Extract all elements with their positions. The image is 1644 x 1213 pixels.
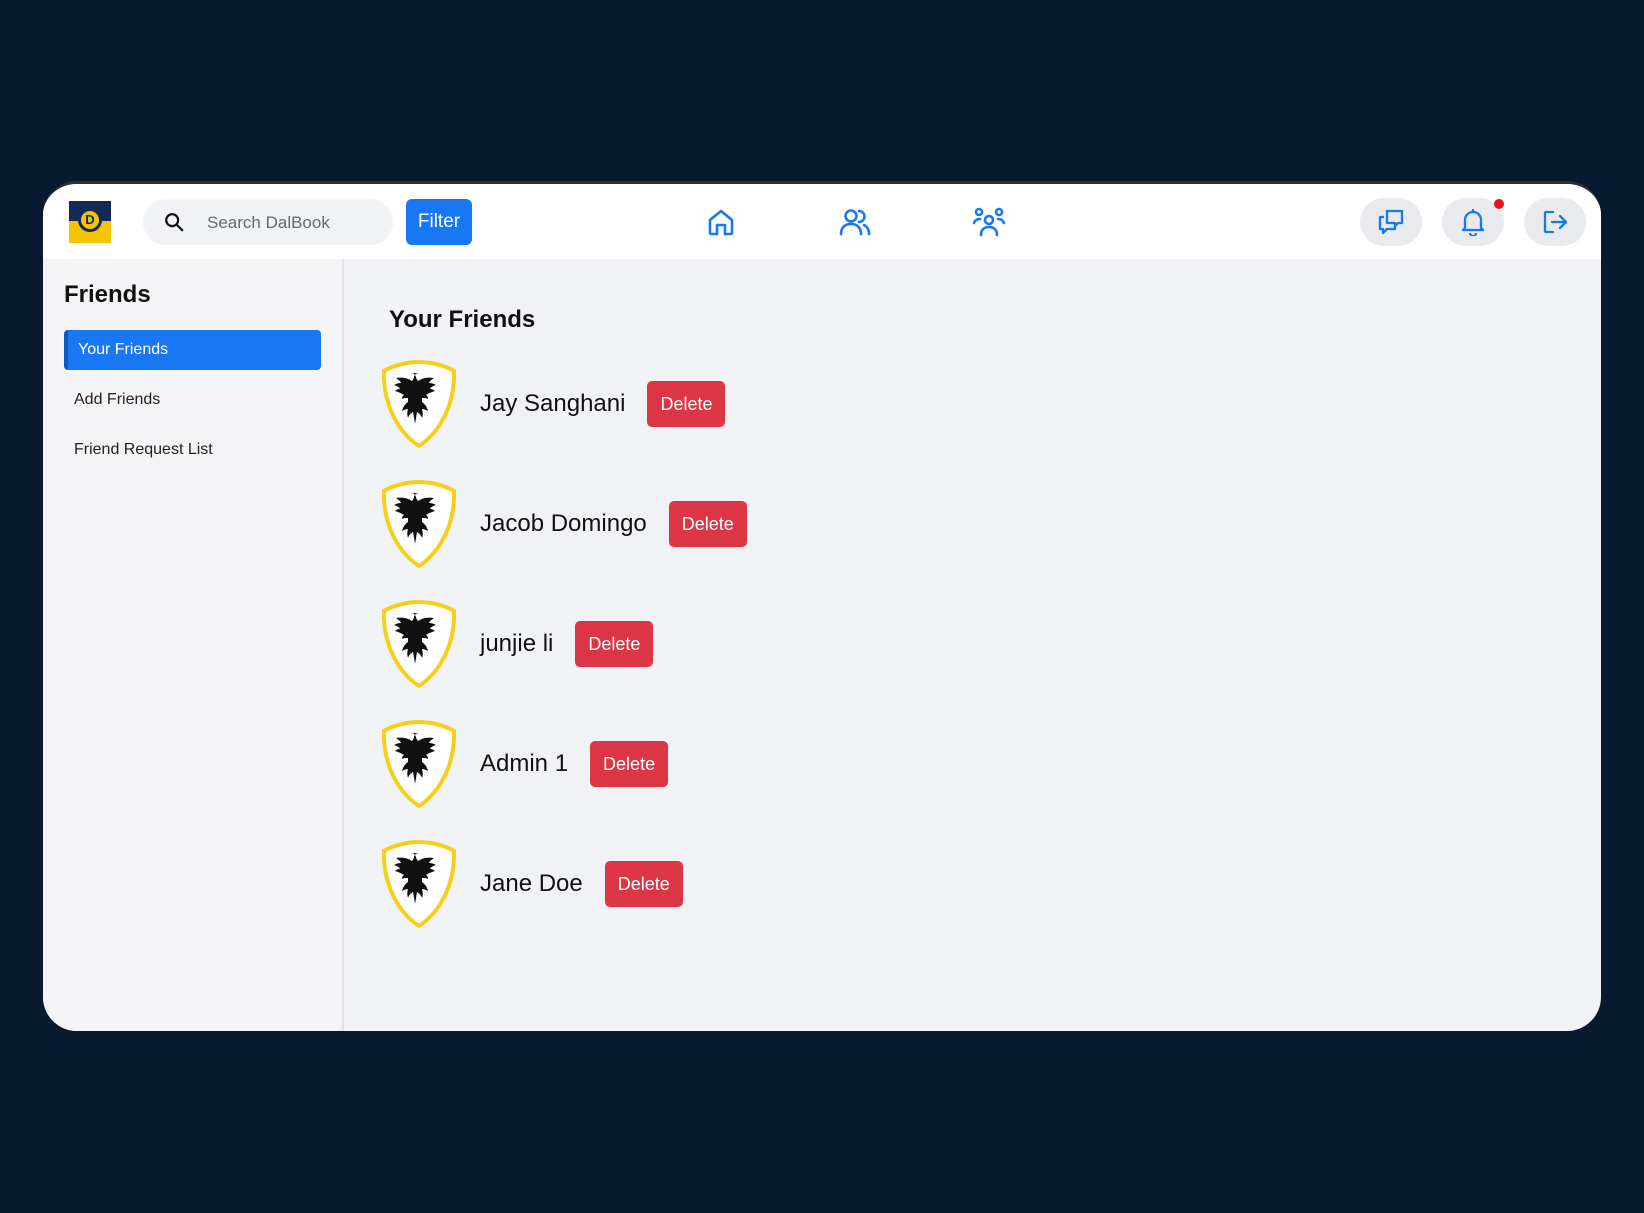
friends-icon[interactable] <box>837 204 873 240</box>
groups-icon[interactable] <box>971 204 1007 240</box>
avatar-crest-icon <box>381 719 457 809</box>
dalbook-logo[interactable]: D <box>69 201 111 243</box>
page-title: Your Friends <box>389 306 536 333</box>
friend-row: Jay Sanghani Delete <box>380 359 726 449</box>
messages-button[interactable] <box>1360 198 1422 246</box>
notification-badge <box>1494 199 1504 209</box>
search-input[interactable] <box>205 199 389 247</box>
app-window: D Filter <box>43 181 1601 1031</box>
friend-row: junjie li Delete <box>380 599 654 689</box>
avatar-crest-icon <box>381 599 457 689</box>
logo-letter: D <box>78 208 102 232</box>
avatar-crest-icon <box>381 479 457 569</box>
friend-name[interactable]: junjie li <box>480 630 553 658</box>
sidebar-item-add-friends[interactable]: Add Friends <box>64 380 321 420</box>
delete-friend-button[interactable]: Delete <box>575 621 654 667</box>
delete-friend-button[interactable]: Delete <box>590 741 669 787</box>
messages-icon <box>1378 209 1404 235</box>
filter-button[interactable]: Filter <box>406 199 472 245</box>
friend-row: Jane Doe Delete <box>380 839 683 929</box>
top-navbar: D Filter <box>43 184 1601 259</box>
friend-row: Jacob Domingo Delete <box>380 479 747 569</box>
friend-name[interactable]: Jane Doe <box>480 870 583 898</box>
notifications-button[interactable] <box>1442 198 1504 246</box>
search-icon <box>165 213 184 232</box>
delete-friend-button[interactable]: Delete <box>668 501 747 547</box>
friends-sidebar: Friends Your Friends Add Friends Friend … <box>43 259 344 1031</box>
sidebar-title: Friends <box>64 281 151 308</box>
avatar-crest-icon <box>381 839 457 929</box>
friend-name[interactable]: Jacob Domingo <box>480 510 647 538</box>
sidebar-item-your-friends[interactable]: Your Friends <box>64 330 321 370</box>
bell-icon <box>1461 208 1485 236</box>
avatar-crest-icon <box>381 359 457 449</box>
friend-name[interactable]: Admin 1 <box>480 750 568 778</box>
delete-friend-button[interactable]: Delete <box>604 861 683 907</box>
sidebar-item-friend-request-list[interactable]: Friend Request List <box>64 430 321 470</box>
friend-name[interactable]: Jay Sanghani <box>480 390 625 418</box>
search-box[interactable] <box>143 199 393 247</box>
logout-button[interactable] <box>1524 198 1586 246</box>
friend-row: Admin 1 Delete <box>380 719 669 809</box>
delete-friend-button[interactable]: Delete <box>647 381 726 427</box>
logout-icon <box>1543 210 1568 234</box>
home-icon[interactable] <box>703 204 739 240</box>
